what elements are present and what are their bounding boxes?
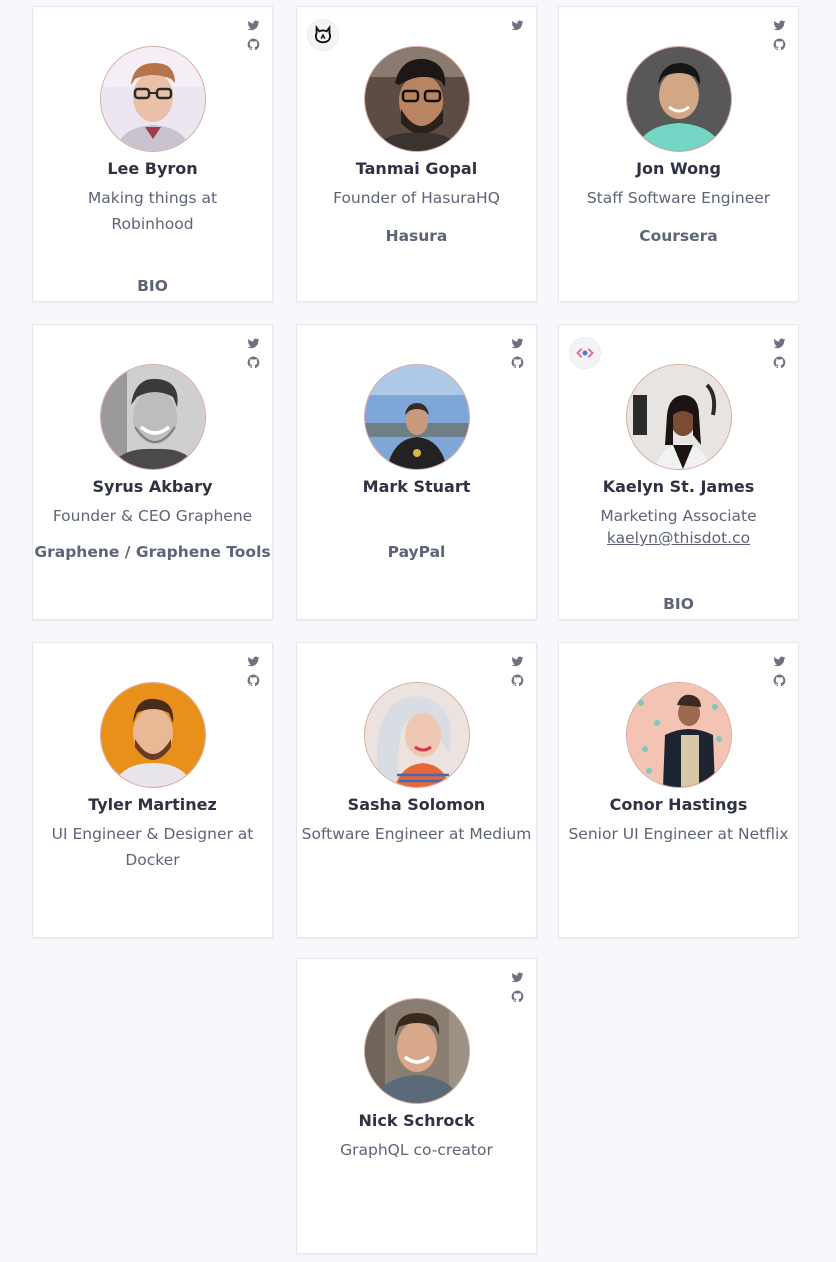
speaker-card: Lee Byron Making things at Robinhood BIO [32, 6, 273, 302]
avatar [100, 46, 206, 152]
avatar [626, 46, 732, 152]
twitter-icon[interactable] [773, 19, 786, 32]
github-icon[interactable] [511, 356, 524, 369]
avatar [626, 364, 732, 470]
speaker-name: Syrus Akbary [92, 477, 213, 496]
speaker-name: Lee Byron [107, 159, 198, 178]
social-links [247, 655, 260, 687]
speaker-role: Making things at Robinhood [87, 189, 218, 233]
hasura-logo [307, 19, 339, 51]
twitter-icon[interactable] [511, 655, 524, 668]
speaker-company: Hasura [385, 227, 448, 245]
speaker-role: Founder of HasuraHQ [333, 189, 500, 207]
thisdot-logo [569, 337, 601, 369]
avatar [364, 682, 470, 788]
speaker-card: Jon Wong Staff Software Engineer Courser… [558, 6, 799, 302]
github-icon[interactable] [247, 38, 260, 51]
twitter-icon[interactable] [511, 19, 524, 32]
speaker-role: Marketing Associate [600, 507, 757, 525]
speaker-card: Conor Hastings Senior UI Engineer at Net… [558, 642, 799, 938]
avatar [100, 682, 206, 788]
email-link[interactable]: kaelyn@thisdot.co [559, 529, 798, 547]
speaker-grid: Lee Byron Making things at Robinhood BIO… [0, 0, 836, 1262]
bio-link[interactable]: BIO [559, 595, 798, 613]
twitter-icon[interactable] [247, 19, 260, 32]
speaker-name: Jon Wong [636, 159, 721, 178]
speaker-role: Senior UI Engineer at Netflix [568, 825, 789, 843]
speaker-card: Sasha Solomon Software Engineer at Mediu… [296, 642, 537, 938]
social-links [511, 971, 524, 1003]
github-icon[interactable] [511, 674, 524, 687]
twitter-icon[interactable] [773, 655, 786, 668]
social-links [511, 19, 524, 32]
twitter-icon[interactable] [773, 337, 786, 350]
social-links [773, 19, 786, 51]
github-icon[interactable] [247, 356, 260, 369]
twitter-icon[interactable] [511, 971, 524, 984]
avatar [364, 998, 470, 1104]
speaker-name: Kaelyn St. James [602, 477, 755, 496]
github-icon[interactable] [247, 674, 260, 687]
speaker-name: Nick Schrock [358, 1111, 475, 1130]
speaker-card: Kaelyn St. James Marketing Associate kae… [558, 324, 799, 620]
speaker-role: GraphQL co-creator [340, 1141, 493, 1159]
speaker-name: Tanmai Gopal [355, 159, 478, 178]
social-links [511, 655, 524, 687]
speaker-name: Mark Stuart [362, 477, 471, 496]
social-links [773, 337, 786, 369]
twitter-icon[interactable] [247, 655, 260, 668]
social-links [511, 337, 524, 369]
avatar [364, 46, 470, 152]
speaker-card: Nick Schrock GraphQL co-creator [296, 958, 537, 1254]
speaker-role: UI Engineer & Designer at Docker [51, 825, 254, 869]
speaker-company: Graphene / Graphene Tools [34, 543, 271, 561]
speaker-card: Tanmai Gopal Founder of HasuraHQ Hasura [296, 6, 537, 302]
speaker-company: Coursera [639, 227, 718, 245]
github-icon[interactable] [773, 674, 786, 687]
speaker-card: Tyler Martinez UI Engineer & Designer at… [32, 642, 273, 938]
social-links [247, 337, 260, 369]
speaker-name: Tyler Martinez [88, 795, 217, 814]
twitter-icon[interactable] [247, 337, 260, 350]
github-icon[interactable] [511, 990, 524, 1003]
speaker-card: Mark Stuart PayPal [296, 324, 537, 620]
speaker-name: Conor Hastings [609, 795, 748, 814]
github-icon[interactable] [773, 38, 786, 51]
speaker-role: Software Engineer at Medium [301, 825, 532, 843]
speaker-role: Staff Software Engineer [586, 189, 771, 207]
github-icon[interactable] [773, 356, 786, 369]
speaker-name: Sasha Solomon [347, 795, 486, 814]
speaker-card: Syrus Akbary Founder & CEO Graphene Grap… [32, 324, 273, 620]
bio-link[interactable]: BIO [33, 277, 272, 295]
avatar [626, 682, 732, 788]
speaker-role: Founder & CEO Graphene [52, 507, 253, 525]
social-links [773, 655, 786, 687]
twitter-icon[interactable] [511, 337, 524, 350]
avatar [364, 364, 470, 470]
speaker-company: PayPal [387, 543, 446, 561]
social-links [247, 19, 260, 51]
avatar [100, 364, 206, 470]
